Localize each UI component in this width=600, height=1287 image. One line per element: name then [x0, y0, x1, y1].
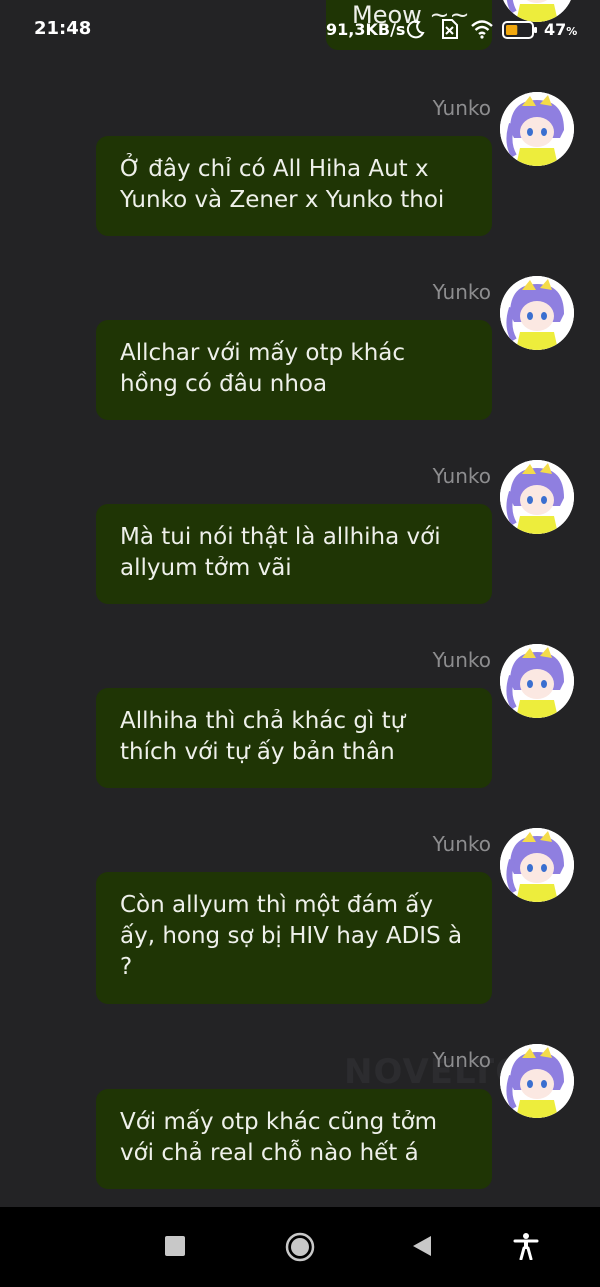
sender-name: Yunko	[432, 96, 491, 120]
message-bubble[interactable]: Allhiha thì chả khác gì tự thích với tự …	[96, 688, 492, 788]
avatar-image	[500, 828, 574, 902]
message-bubble-top[interactable]: Meow ~~	[326, 0, 492, 50]
back-triangle-icon[interactable]	[410, 1234, 434, 1258]
sender-name: Yunko	[432, 464, 491, 488]
message-bubble[interactable]: Mà tui nói thật là allhiha với allyum tở…	[96, 504, 492, 604]
message-text: Mà tui nói thật là allhiha với allyum tở…	[120, 524, 441, 581]
avatar-image	[500, 92, 574, 166]
sender-name: Yunko	[432, 648, 491, 672]
message-text: Allchar với mấy otp khác hồng có đâu nho…	[120, 340, 406, 397]
avatar-image	[500, 644, 574, 718]
avatar[interactable]	[500, 828, 574, 902]
sender-name: Yunko	[432, 280, 491, 304]
avatar[interactable]	[500, 92, 574, 166]
avatar-image	[500, 460, 574, 534]
message-bubble[interactable]: Ở đây chỉ có All Hiha Aut x Yunko và Zen…	[96, 136, 492, 236]
sender-name: Yunko	[432, 1048, 491, 1072]
chat-area[interactable]: NOVELTO Meow ~~ Yunko Ở đây chỉ có All H…	[0, 0, 600, 1207]
avatar-image	[500, 276, 574, 350]
navigation-bar	[0, 1207, 600, 1287]
message-text: Meow ~~	[352, 1, 470, 29]
avatar[interactable]	[500, 460, 574, 534]
accessibility-icon[interactable]	[513, 1232, 539, 1260]
message-bubble[interactable]: Allchar với mấy otp khác hồng có đâu nho…	[96, 320, 492, 420]
avatar[interactable]	[500, 644, 574, 718]
message-text: Ở đây chỉ có All Hiha Aut x Yunko và Zen…	[120, 156, 445, 213]
message-bubble[interactable]: Với mấy otp khác cũng tởm với chả real c…	[96, 1089, 492, 1189]
home-circle-icon[interactable]	[285, 1232, 315, 1262]
message-text: Với mấy otp khác cũng tởm với chả real c…	[120, 1109, 438, 1166]
sender-name: Yunko	[432, 832, 491, 856]
avatar-image	[500, 1044, 574, 1118]
message-text: Còn allyum thì một đám ấy ấy, hong sợ bị…	[120, 892, 463, 980]
message-text: Allhiha thì chả khác gì tự thích với tự …	[120, 708, 406, 765]
recents-square-icon[interactable]	[164, 1235, 186, 1257]
avatar[interactable]	[500, 276, 574, 350]
avatar-image	[500, 0, 574, 22]
message-bubble[interactable]: Còn allyum thì một đám ấy ấy, hong sợ bị…	[96, 872, 492, 1004]
avatar[interactable]	[500, 0, 574, 22]
avatar[interactable]	[500, 1044, 574, 1118]
